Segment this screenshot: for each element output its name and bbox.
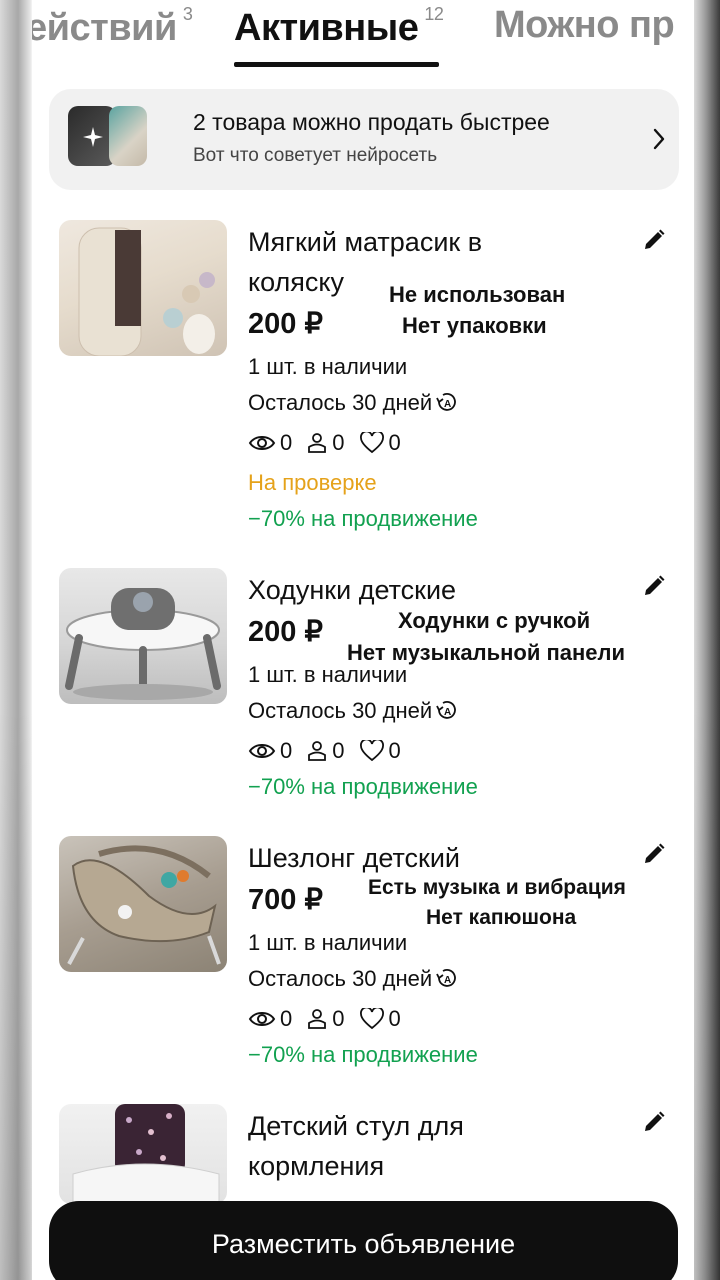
listing-title[interactable]: Ходунки детские — [248, 570, 456, 610]
listing-price: 200 ₽ — [248, 616, 323, 648]
eye-icon — [248, 744, 276, 758]
favorites-count: 0 — [388, 1006, 401, 1031]
active-tab-indicator — [234, 62, 439, 67]
listing-stats: 0 0 0 — [248, 430, 415, 456]
annotation-note-line-1: Есть музыка и вибрация — [368, 876, 626, 899]
sparkle-icon — [83, 127, 103, 147]
baby-walker-image — [65, 588, 221, 700]
days-left-text: Осталось 30 дней — [248, 966, 433, 991]
listing-stock: 1 шт. в наличии — [248, 354, 408, 379]
tab-active-label: Активные — [234, 7, 419, 49]
listing-title[interactable]: Детский стул для кормления — [248, 1106, 538, 1186]
svg-text:A: A — [444, 707, 451, 718]
contacts-count: 0 — [332, 430, 345, 455]
days-left-text: Осталось 30 дней — [248, 390, 433, 415]
tab-active[interactable]: Активные 12 — [234, 4, 444, 50]
listing-price: 700 ₽ — [248, 884, 323, 916]
contacts-count: 0 — [332, 738, 345, 763]
banner-title: 2 товара можно продать быстрее — [193, 109, 550, 135]
edit-pencil-icon[interactable] — [642, 1110, 666, 1134]
annotation-note-line-1: Не использован — [389, 282, 566, 307]
edit-pencil-icon[interactable] — [642, 842, 666, 866]
tab-actions-label: ействий — [32, 7, 177, 49]
promo-discount-link[interactable]: −70% на продвижение — [248, 1042, 478, 1068]
stroller-mattress-image — [78, 227, 215, 356]
views-stat: 0 — [248, 1006, 292, 1032]
listing-days-left: Осталось 30 дней A — [248, 966, 460, 992]
svg-text:A: A — [444, 399, 451, 410]
heart-icon — [359, 740, 384, 762]
favorites-stat: 0 — [359, 1006, 401, 1032]
listing-stats: 0 0 0 — [248, 738, 415, 764]
annotation-note-line-1: Ходунки с ручкой — [398, 608, 591, 633]
eye-icon — [248, 1012, 276, 1026]
listing-days-left: Осталось 30 дней A — [248, 698, 460, 724]
favorites-stat: 0 — [359, 430, 401, 456]
edit-pencil-icon[interactable] — [642, 228, 666, 252]
tab-bar: ействий 3 Активные 12 Можно пр — [32, 0, 694, 68]
auto-renew-icon: A — [436, 969, 457, 987]
chevron-right-icon — [653, 128, 665, 150]
listing-photo[interactable] — [59, 568, 227, 704]
listing-photo[interactable] — [59, 836, 227, 972]
auto-renew-icon: A — [436, 393, 457, 411]
screen: ействий 3 Активные 12 Можно пр 2 товара мо… — [0, 0, 720, 1280]
heart-icon — [359, 1008, 384, 1030]
tab-can-sell-label: Можно пр — [494, 4, 675, 46]
tab-actions-count: 3 — [182, 4, 193, 24]
views-count: 0 — [280, 738, 293, 763]
tab-can-sell[interactable]: Можно пр — [494, 4, 675, 47]
heart-icon — [359, 432, 384, 454]
annotation-note-line-2: Нет упаковки — [402, 313, 547, 338]
views-count: 0 — [280, 430, 293, 455]
views-count: 0 — [280, 1006, 293, 1031]
ads-panel: ействий 3 Активные 12 Можно пр 2 товара мо… — [32, 0, 694, 1280]
annotation-note-line-2: Нет музыкальной панели — [347, 640, 626, 665]
days-left-text: Осталось 30 дней — [248, 698, 433, 723]
auto-renew-icon: A — [436, 701, 457, 719]
views-stat: 0 — [248, 738, 292, 764]
person-icon — [308, 433, 327, 453]
contacts-stat: 0 — [306, 430, 345, 456]
listing-photo[interactable] — [59, 1104, 227, 1204]
post-ad-button[interactable]: Разместить объявление — [49, 1201, 678, 1280]
ai-suggestion-banner[interactable]: 2 товара можно продать быстрее Вот что с… — [49, 89, 679, 190]
high-chair-image — [72, 1104, 220, 1204]
contacts-count: 0 — [332, 1006, 345, 1031]
listing-photo[interactable] — [59, 220, 227, 356]
tab-active-count: 12 — [424, 4, 444, 24]
listing-status: На проверке — [248, 470, 377, 495]
person-icon — [308, 741, 327, 761]
listing-stock: 1 шт. в наличии — [248, 930, 408, 955]
edit-pencil-icon[interactable] — [642, 574, 666, 598]
listing-stats: 0 0 0 — [248, 1006, 415, 1032]
annotation-note-line-2: Нет капюшона — [426, 906, 577, 929]
listing-days-left: Осталось 30 дней A — [248, 390, 460, 416]
contacts-stat: 0 — [306, 738, 345, 764]
baby-lounger-image — [67, 845, 221, 965]
listing-price: 200 ₽ — [248, 308, 323, 340]
eye-icon — [248, 436, 276, 450]
person-icon — [308, 1009, 327, 1029]
promo-discount-link[interactable]: −70% на продвижение — [248, 506, 478, 532]
views-stat: 0 — [248, 430, 292, 456]
contacts-stat: 0 — [306, 1006, 345, 1032]
banner-thumbnail-product — [109, 106, 147, 166]
banner-subtitle: Вот что советует нейросеть — [193, 145, 438, 166]
tab-actions[interactable]: ействий 3 — [32, 4, 193, 50]
svg-text:A: A — [444, 975, 451, 986]
favorites-count: 0 — [388, 430, 401, 455]
favorites-count: 0 — [388, 738, 401, 763]
listing-title[interactable]: Шезлонг детский — [248, 838, 460, 878]
promo-discount-link[interactable]: −70% на продвижение — [248, 774, 478, 800]
favorites-stat: 0 — [359, 738, 401, 764]
